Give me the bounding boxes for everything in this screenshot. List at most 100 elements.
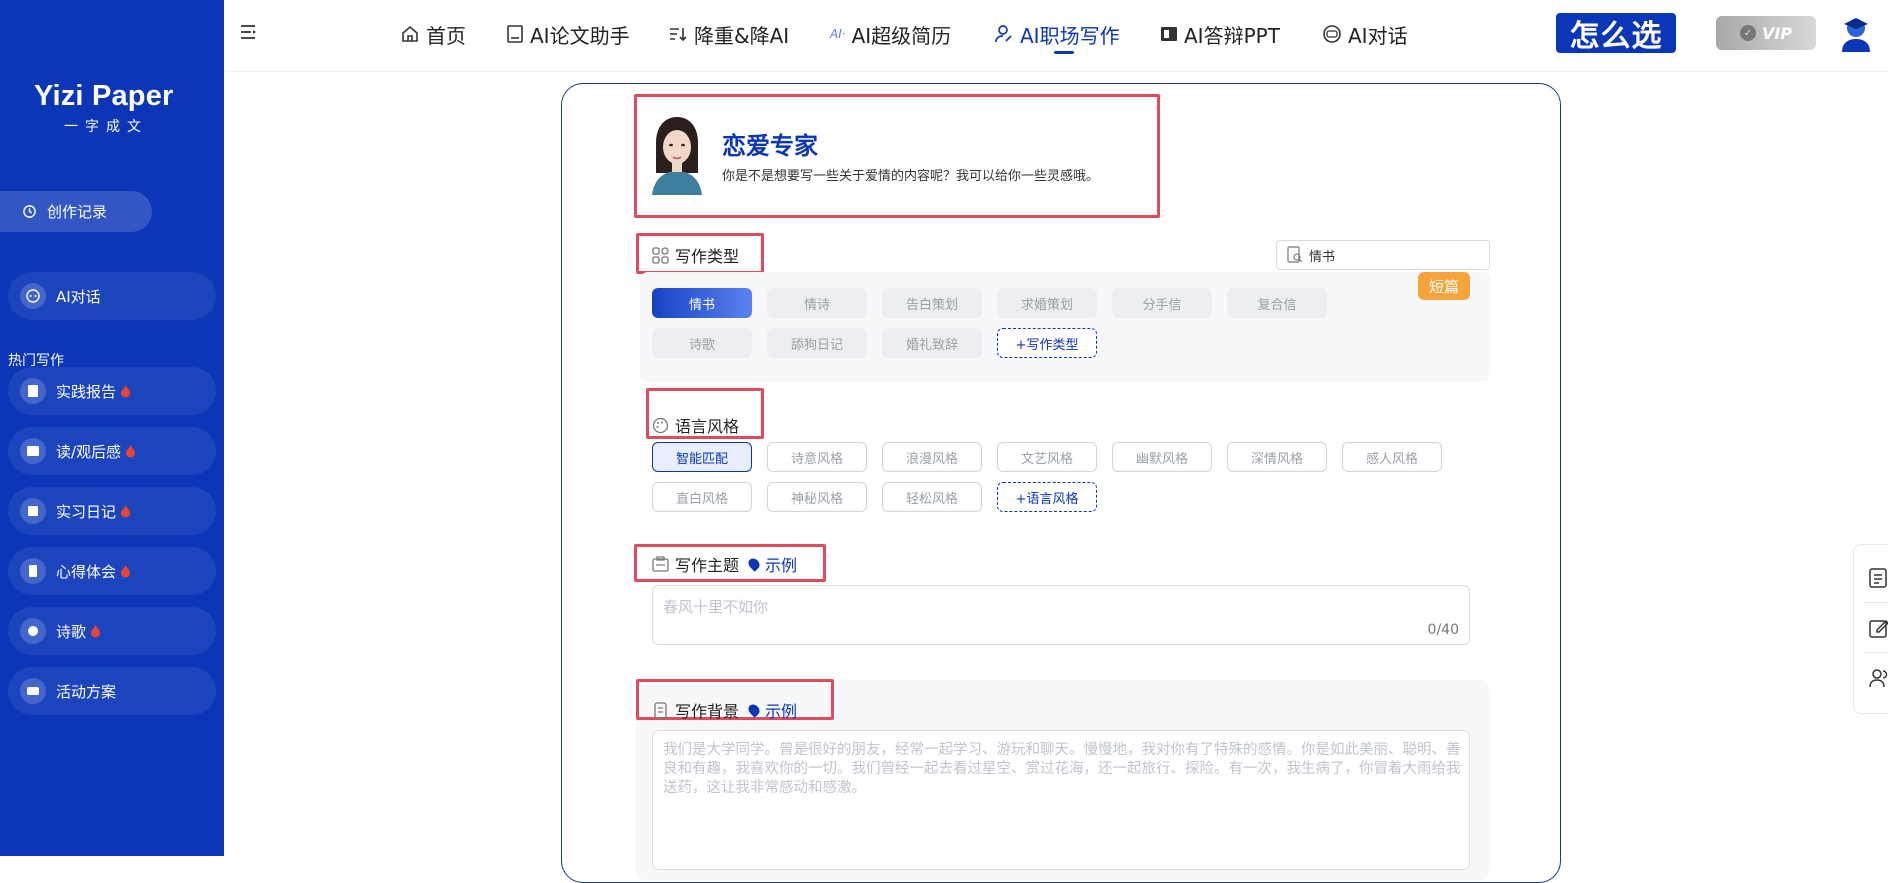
type-chip[interactable]: 舔狗日记 xyxy=(767,328,867,358)
plan-icon xyxy=(20,678,46,704)
vip-button[interactable]: ✓ VIP xyxy=(1716,16,1816,50)
pin-icon xyxy=(746,702,762,718)
sidebar-item-label: AI对话 xyxy=(56,287,101,306)
expert-avatar xyxy=(652,117,702,195)
nav-ai-chat[interactable]: AI对话 xyxy=(1322,20,1408,48)
history-button[interactable]: 创作记录 xyxy=(0,191,152,232)
sidebar-item-practice-report[interactable]: 实践报告 xyxy=(8,367,216,415)
logo-subtitle: 一字成文 xyxy=(64,119,148,135)
style-chip[interactable]: 感人风格 xyxy=(1342,442,1442,472)
search-doc-icon xyxy=(1287,246,1303,263)
fire-icon xyxy=(121,385,131,398)
nav-reduce-duplication[interactable]: 降重&降AI xyxy=(668,20,789,48)
sidebar-item-poem[interactable]: 诗歌 xyxy=(8,607,216,655)
fire-icon xyxy=(126,445,136,458)
style-chip[interactable]: 幽默风格 xyxy=(1112,442,1212,472)
type-chip[interactable]: 复合信 xyxy=(1227,288,1327,318)
sidebar-item-event-plan[interactable]: 活动方案 xyxy=(8,667,216,715)
type-chip[interactable]: 诗歌 xyxy=(652,328,752,358)
background-title: 写作背景 示例 xyxy=(652,698,797,722)
chat-icon xyxy=(1323,25,1341,43)
background-icon xyxy=(654,701,667,719)
menu-toggle-icon[interactable] xyxy=(240,24,258,40)
nav-label: AI答辩PPT xyxy=(1184,23,1280,48)
theme-example-link[interactable]: 示例 xyxy=(746,552,798,576)
sidebar-item-internship-diary[interactable]: 实习日记 xyxy=(8,487,216,535)
sidebar-item-experience[interactable]: 心得体会 xyxy=(8,547,216,595)
home-icon xyxy=(402,25,418,42)
add-language-style-button[interactable]: +语言风格 xyxy=(997,482,1097,512)
type-chip[interactable]: 情书 xyxy=(652,288,752,318)
nav-label: AI对话 xyxy=(1348,23,1408,48)
theme-title: 写作主题 示例 xyxy=(652,552,797,576)
type-chip[interactable]: 分手信 xyxy=(1112,288,1212,318)
style-chip[interactable]: 神秘风格 xyxy=(767,482,867,512)
note-icon xyxy=(20,558,46,584)
divider xyxy=(1864,652,1888,653)
nav-ai-workplace-writing[interactable]: AI职场写作 xyxy=(994,20,1120,54)
nav-label: AI论文助手 xyxy=(530,23,630,48)
type-chip[interactable]: 情诗 xyxy=(767,288,867,318)
user-avatar[interactable] xyxy=(1838,12,1874,52)
sidebar-item-label: 诗歌 xyxy=(56,622,87,641)
document-list-icon[interactable] xyxy=(1868,567,1888,589)
nav-label: AI超级简历 xyxy=(851,23,952,48)
language-style-title: 语言风格 xyxy=(652,413,739,437)
sidebar-item-ai-chat[interactable]: AI对话 xyxy=(8,272,216,320)
theme-char-count: 0/40 xyxy=(1427,622,1459,638)
expert-name: 恋爱专家 xyxy=(722,132,818,160)
history-icon xyxy=(23,205,36,218)
chat-icon xyxy=(20,283,46,309)
fire-icon xyxy=(91,625,101,638)
theme-input[interactable]: 春风十里不如你 0/40 xyxy=(652,585,1470,645)
style-chip[interactable]: 轻松风格 xyxy=(882,482,982,512)
example-label: 示例 xyxy=(765,702,798,721)
nav-home[interactable]: 首页 xyxy=(400,20,466,48)
ppt-icon xyxy=(1161,27,1177,41)
nav-ai-paper[interactable]: AI论文助手 xyxy=(506,20,630,48)
add-writing-type-button[interactable]: +写作类型 xyxy=(997,328,1097,358)
example-label: 示例 xyxy=(765,556,798,575)
users-icon[interactable] xyxy=(1868,667,1888,689)
grid-icon xyxy=(652,246,669,264)
nav-ai-resume[interactable]: AI· AI超级简历 xyxy=(830,20,951,48)
sidebar-item-label: 实践报告 xyxy=(56,382,117,401)
divider xyxy=(1864,602,1888,603)
book-icon xyxy=(20,438,46,464)
expert-description: 你是不是想要写一些关于爱情的内容呢？我可以给你一些灵感哦。 xyxy=(722,169,1100,184)
theme-placeholder: 春风十里不如你 xyxy=(663,598,769,616)
diary-icon xyxy=(20,498,46,524)
background-placeholder: 我们是大学同学。曾是很好的朋友，经常一起学习、游玩和聊天。慢慢地，我对你有了特殊… xyxy=(663,742,1461,796)
fire-icon xyxy=(121,565,131,578)
report-icon xyxy=(20,378,46,404)
highlight-box xyxy=(634,94,1160,218)
sidebar-item-reading-review[interactable]: 读/观后感 xyxy=(8,427,216,475)
style-chip[interactable]: 智能匹配 xyxy=(652,442,752,472)
style-chip[interactable]: 直白风格 xyxy=(652,482,752,512)
sidebar-item-label: 读/观后感 xyxy=(56,442,122,461)
logo[interactable]: Yizi Paper xyxy=(34,80,174,113)
type-chip[interactable]: 婚礼致辞 xyxy=(882,328,982,358)
background-example-link[interactable]: 示例 xyxy=(746,698,798,722)
how-to-choose-button[interactable]: 怎么选 xyxy=(1556,13,1676,54)
sidebar-item-label: 心得体会 xyxy=(56,562,117,581)
type-chip[interactable]: 告白策划 xyxy=(882,288,982,318)
style-chip[interactable]: 文艺风格 xyxy=(997,442,1097,472)
writing-type-title: 写作类型 xyxy=(652,243,739,267)
short-badge: 短篇 xyxy=(1418,272,1470,300)
palette-icon xyxy=(652,417,669,433)
right-toolbar xyxy=(1853,544,1888,714)
history-label: 创作记录 xyxy=(47,203,108,221)
style-chip[interactable]: 深情风格 xyxy=(1227,442,1327,472)
edit-icon[interactable] xyxy=(1868,617,1888,639)
background-input[interactable]: 我们是大学同学。曾是很好的朋友，经常一起学习、游玩和聊天。慢慢地，我对你有了特殊… xyxy=(652,730,1470,870)
style-chip[interactable]: 浪漫风格 xyxy=(882,442,982,472)
type-search-input[interactable]: 情书 xyxy=(1276,240,1490,270)
pin-icon xyxy=(746,556,762,572)
nav-ai-ppt[interactable]: AI答辩PPT xyxy=(1160,20,1280,48)
type-chip[interactable]: 求婚策划 xyxy=(997,288,1097,318)
nav-label: 首页 xyxy=(426,23,466,48)
section-label: 写作主题 xyxy=(675,556,740,575)
style-chip[interactable]: 诗意风格 xyxy=(767,442,867,472)
sidebar-item-label: 实习日记 xyxy=(56,502,117,521)
